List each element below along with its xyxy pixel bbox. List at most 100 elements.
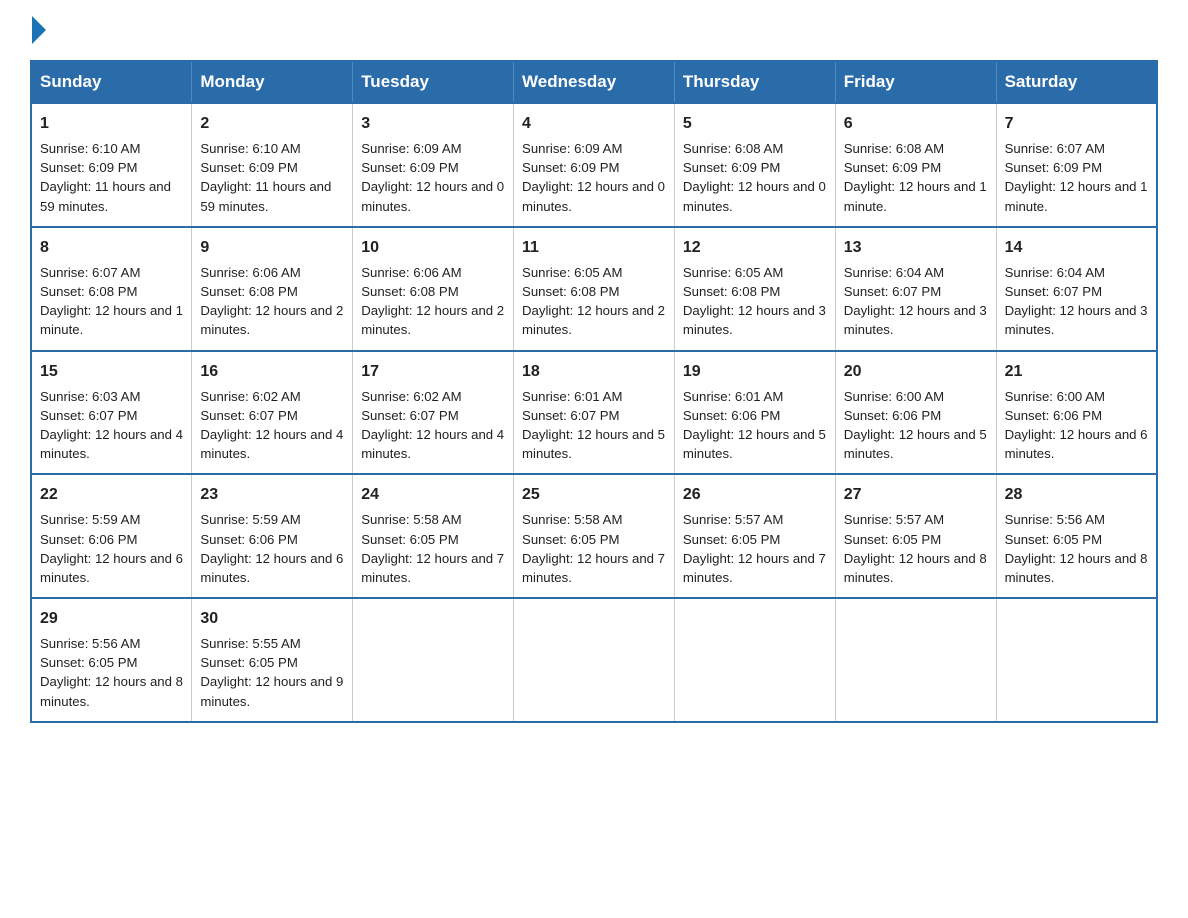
calendar-header-tuesday: Tuesday <box>353 61 514 103</box>
calendar-header-wednesday: Wednesday <box>514 61 675 103</box>
calendar-table: SundayMondayTuesdayWednesdayThursdayFrid… <box>30 60 1158 723</box>
day-number: 17 <box>361 360 505 383</box>
calendar-cell <box>353 598 514 722</box>
day-number: 20 <box>844 360 988 383</box>
calendar-cell: 14 Sunrise: 6:04 AMSunset: 6:07 PMDayligh… <box>996 227 1157 351</box>
day-number: 28 <box>1005 483 1148 506</box>
day-number: 19 <box>683 360 827 383</box>
calendar-cell: 25 Sunrise: 5:58 AMSunset: 6:05 PMDayligh… <box>514 474 675 598</box>
calendar-cell: 23 Sunrise: 5:59 AMSunset: 6:06 PMDayligh… <box>192 474 353 598</box>
calendar-cell: 3Sunrise: 6:09 AMSunset: 6:09 PMDaylight… <box>353 103 514 227</box>
day-number: 10 <box>361 236 505 259</box>
calendar-week-row: 22 Sunrise: 5:59 AMSunset: 6:06 PMDayligh… <box>31 474 1157 598</box>
day-info: Sunrise: 6:09 AMSunset: 6:09 PMDaylight:… <box>522 139 666 216</box>
day-number: 29 <box>40 607 183 630</box>
day-number: 6 <box>844 112 988 135</box>
day-number: 14 <box>1005 236 1148 259</box>
day-number: 30 <box>200 607 344 630</box>
day-info: Sunrise: 6:04 AMSunset: 6:07 PMDaylight:… <box>844 263 988 340</box>
calendar-cell: 21 Sunrise: 6:00 AMSunset: 6:06 PMDayligh… <box>996 351 1157 475</box>
day-info: Sunrise: 6:10 AMSunset: 6:09 PMDaylight:… <box>40 139 183 216</box>
day-number: 13 <box>844 236 988 259</box>
day-number: 12 <box>683 236 827 259</box>
calendar-cell: 30 Sunrise: 5:55 AMSunset: 6:05 PMDayligh… <box>192 598 353 722</box>
calendar-cell: 9 Sunrise: 6:06 AMSunset: 6:08 PMDaylight… <box>192 227 353 351</box>
day-number: 24 <box>361 483 505 506</box>
day-info: Sunrise: 6:07 AMSunset: 6:09 PMDaylight:… <box>1005 139 1148 216</box>
calendar-cell: 27 Sunrise: 5:57 AMSunset: 6:05 PMDayligh… <box>835 474 996 598</box>
day-number: 4 <box>522 112 666 135</box>
day-info: Sunrise: 6:01 AMSunset: 6:06 PMDaylight:… <box>683 387 827 464</box>
calendar-cell: 11 Sunrise: 6:05 AMSunset: 6:08 PMDayligh… <box>514 227 675 351</box>
calendar-header-monday: Monday <box>192 61 353 103</box>
calendar-week-row: 8 Sunrise: 6:07 AMSunset: 6:08 PMDaylight… <box>31 227 1157 351</box>
day-info: Sunrise: 6:00 AMSunset: 6:06 PMDaylight:… <box>844 387 988 464</box>
calendar-cell: 15 Sunrise: 6:03 AMSunset: 6:07 PMDayligh… <box>31 351 192 475</box>
calendar-cell: 12 Sunrise: 6:05 AMSunset: 6:08 PMDayligh… <box>674 227 835 351</box>
calendar-header-sunday: Sunday <box>31 61 192 103</box>
calendar-cell <box>996 598 1157 722</box>
calendar-cell: 8 Sunrise: 6:07 AMSunset: 6:08 PMDaylight… <box>31 227 192 351</box>
logo-triangle-icon <box>32 16 46 44</box>
day-number: 18 <box>522 360 666 383</box>
calendar-cell <box>835 598 996 722</box>
calendar-cell: 13 Sunrise: 6:04 AMSunset: 6:07 PMDayligh… <box>835 227 996 351</box>
day-info: Sunrise: 5:56 AMSunset: 6:05 PMDaylight:… <box>40 634 183 711</box>
calendar-cell: 6Sunrise: 6:08 AMSunset: 6:09 PMDaylight… <box>835 103 996 227</box>
calendar-cell <box>674 598 835 722</box>
calendar-cell: 2Sunrise: 6:10 AMSunset: 6:09 PMDaylight… <box>192 103 353 227</box>
day-number: 16 <box>200 360 344 383</box>
calendar-cell: 22 Sunrise: 5:59 AMSunset: 6:06 PMDayligh… <box>31 474 192 598</box>
day-info: Sunrise: 5:57 AMSunset: 6:05 PMDaylight:… <box>844 510 988 587</box>
day-info: Sunrise: 5:57 AMSunset: 6:05 PMDaylight:… <box>683 510 827 587</box>
calendar-week-row: 15 Sunrise: 6:03 AMSunset: 6:07 PMDayligh… <box>31 351 1157 475</box>
logo <box>30 20 46 40</box>
day-number: 9 <box>200 236 344 259</box>
day-info: Sunrise: 5:55 AMSunset: 6:05 PMDaylight:… <box>200 634 344 711</box>
day-number: 11 <box>522 236 666 259</box>
day-info: Sunrise: 5:58 AMSunset: 6:05 PMDaylight:… <box>361 510 505 587</box>
calendar-cell: 5 Sunrise: 6:08 AMSunset: 6:09 PMDaylight… <box>674 103 835 227</box>
calendar-header-row: SundayMondayTuesdayWednesdayThursdayFrid… <box>31 61 1157 103</box>
day-number: 8 <box>40 236 183 259</box>
day-info: Sunrise: 6:00 AMSunset: 6:06 PMDaylight:… <box>1005 387 1148 464</box>
day-number: 1 <box>40 112 183 135</box>
day-info: Sunrise: 5:58 AMSunset: 6:05 PMDaylight:… <box>522 510 666 587</box>
day-info: Sunrise: 6:03 AMSunset: 6:07 PMDaylight:… <box>40 387 183 464</box>
calendar-cell <box>514 598 675 722</box>
day-info: Sunrise: 6:02 AMSunset: 6:07 PMDaylight:… <box>361 387 505 464</box>
day-info: Sunrise: 5:59 AMSunset: 6:06 PMDaylight:… <box>40 510 183 587</box>
day-info: Sunrise: 6:01 AMSunset: 6:07 PMDaylight:… <box>522 387 666 464</box>
calendar-cell: 20 Sunrise: 6:00 AMSunset: 6:06 PMDayligh… <box>835 351 996 475</box>
calendar-header-thursday: Thursday <box>674 61 835 103</box>
day-info: Sunrise: 6:05 AMSunset: 6:08 PMDaylight:… <box>683 263 827 340</box>
calendar-cell: 4 Sunrise: 6:09 AMSunset: 6:09 PMDaylight… <box>514 103 675 227</box>
calendar-week-row: 1 Sunrise: 6:10 AMSunset: 6:09 PMDaylight… <box>31 103 1157 227</box>
day-info: Sunrise: 6:07 AMSunset: 6:08 PMDaylight:… <box>40 263 183 340</box>
day-number: 25 <box>522 483 666 506</box>
day-number: 22 <box>40 483 183 506</box>
day-info: Sunrise: 6:04 AMSunset: 6:07 PMDaylight:… <box>1005 263 1148 340</box>
calendar-cell: 19 Sunrise: 6:01 AMSunset: 6:06 PMDayligh… <box>674 351 835 475</box>
day-info: Sunrise: 6:08 AMSunset: 6:09 PMDaylight:… <box>683 139 827 216</box>
day-number: 7 <box>1005 112 1148 135</box>
day-number: 23 <box>200 483 344 506</box>
day-number: 27 <box>844 483 988 506</box>
calendar-cell: 26 Sunrise: 5:57 AMSunset: 6:05 PMDayligh… <box>674 474 835 598</box>
day-info: Sunrise: 5:59 AMSunset: 6:06 PMDaylight:… <box>200 510 344 587</box>
day-number: 15 <box>40 360 183 383</box>
day-info: Sunrise: 6:06 AMSunset: 6:08 PMDaylight:… <box>200 263 344 340</box>
calendar-cell: 28Sunrise: 5:56 AMSunset: 6:05 PMDayligh… <box>996 474 1157 598</box>
calendar-header-friday: Friday <box>835 61 996 103</box>
day-number: 26 <box>683 483 827 506</box>
day-info: Sunrise: 6:06 AMSunset: 6:08 PMDaylight:… <box>361 263 505 340</box>
day-number: 3 <box>361 112 505 135</box>
day-number: 5 <box>683 112 827 135</box>
day-info: Sunrise: 6:05 AMSunset: 6:08 PMDaylight:… <box>522 263 666 340</box>
calendar-cell: 24 Sunrise: 5:58 AMSunset: 6:05 PMDayligh… <box>353 474 514 598</box>
day-number: 21 <box>1005 360 1148 383</box>
calendar-cell: 18 Sunrise: 6:01 AMSunset: 6:07 PMDayligh… <box>514 351 675 475</box>
page-header <box>30 20 1158 40</box>
day-info: Sunrise: 6:02 AMSunset: 6:07 PMDaylight:… <box>200 387 344 464</box>
calendar-cell: 10 Sunrise: 6:06 AMSunset: 6:08 PMDayligh… <box>353 227 514 351</box>
